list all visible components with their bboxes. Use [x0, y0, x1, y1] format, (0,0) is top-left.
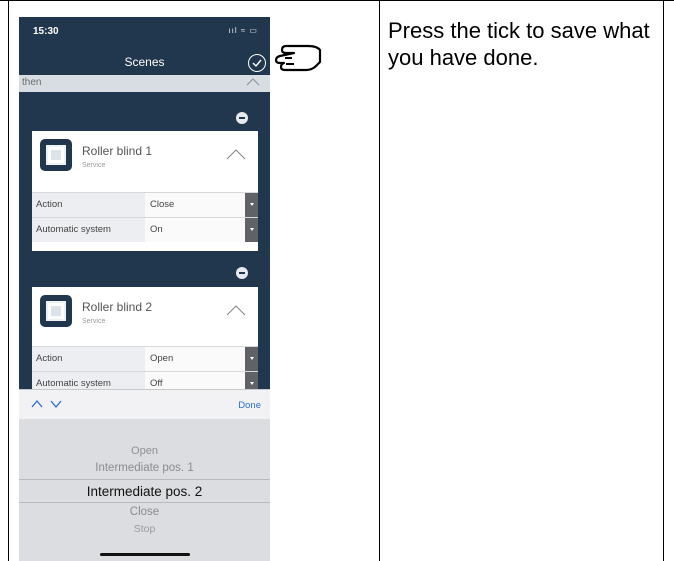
automatic-system-select[interactable]: On: [145, 218, 245, 242]
picker-selection-line: [19, 479, 270, 480]
picker-option-selected[interactable]: Intermediate pos. 2: [19, 484, 270, 499]
chevron-up-icon[interactable]: [226, 305, 246, 316]
device-name: Roller blind 1: [82, 144, 153, 158]
select-value: Open: [150, 353, 174, 364]
remove-device-1-button[interactable]: [236, 112, 248, 124]
status-indicators: ııl ≈ ▭: [228, 26, 258, 35]
section-label: then: [22, 77, 42, 88]
picker-option[interactable]: Open: [19, 445, 270, 457]
action-select[interactable]: Close: [145, 193, 245, 217]
row-label: Action: [36, 199, 63, 210]
pointing-hand-icon: [274, 44, 322, 72]
dropdown-arrow-icon[interactable]: [245, 193, 258, 217]
device-subtitle: Service: [82, 162, 106, 169]
checkmark-circle-icon[interactable]: [248, 54, 266, 72]
select-value: On: [150, 224, 163, 235]
frame-border-top: [0, 0, 674, 1]
section-header-then: then: [19, 75, 270, 92]
row-label: Automatic system: [36, 378, 111, 389]
device-card-2: Roller blind 2 Service Action Open Autom…: [32, 287, 258, 397]
picker-option[interactable]: Close: [19, 506, 270, 518]
home-indicator: [100, 553, 190, 556]
device-card-header[interactable]: Roller blind 1 Service: [32, 131, 258, 183]
instruction-text: Press the tick to save what you have don…: [388, 18, 650, 70]
device-card-header[interactable]: Roller blind 2 Service: [32, 287, 258, 339]
previous-arrow-icon[interactable]: [31, 399, 43, 408]
select-value: Off: [150, 378, 163, 389]
next-arrow-icon[interactable]: [50, 400, 62, 409]
dropdown-arrow-icon[interactable]: [245, 218, 258, 242]
automatic-system-row: Automatic system On: [32, 217, 258, 242]
frame-divider: [379, 0, 380, 561]
chevron-up-icon[interactable]: [246, 78, 260, 86]
action-row: Action Open: [32, 346, 258, 371]
dropdown-arrow-icon[interactable]: [245, 347, 258, 371]
frame-border-right: [663, 0, 664, 561]
frame-border-left: [8, 0, 9, 561]
action-select[interactable]: Open: [145, 347, 245, 371]
picker-option[interactable]: Intermediate pos. 1: [19, 462, 270, 474]
roller-blind-icon: [40, 139, 72, 171]
status-time: 15:30: [33, 26, 59, 37]
status-bar: 15:30 ııl ≈ ▭: [19, 17, 270, 45]
picker-selection-line: [19, 502, 270, 503]
option-picker[interactable]: Open Intermediate pos. 1 Intermediate po…: [19, 419, 270, 561]
picker-toolbar: Done: [19, 389, 270, 419]
row-label: Automatic system: [36, 224, 111, 235]
device-name: Roller blind 2: [82, 300, 153, 314]
select-value: Close: [150, 199, 175, 210]
action-row: Action Close: [32, 192, 258, 217]
nav-bar: Scenes: [19, 51, 270, 73]
page-title: Scenes: [124, 55, 165, 69]
picker-option[interactable]: Stop: [19, 523, 270, 535]
chevron-up-icon[interactable]: [226, 149, 246, 160]
row-label: Action: [36, 353, 63, 364]
device-subtitle: Service: [82, 318, 106, 325]
roller-blind-icon: [40, 295, 72, 327]
done-button[interactable]: Done: [238, 400, 261, 411]
phone-screen: 15:30 ııl ≈ ▭ Scenes then Roller blind 1…: [19, 17, 270, 561]
remove-device-2-button[interactable]: [236, 267, 248, 279]
device-card-1: Roller blind 1 Service Action Close Auto…: [32, 131, 258, 251]
